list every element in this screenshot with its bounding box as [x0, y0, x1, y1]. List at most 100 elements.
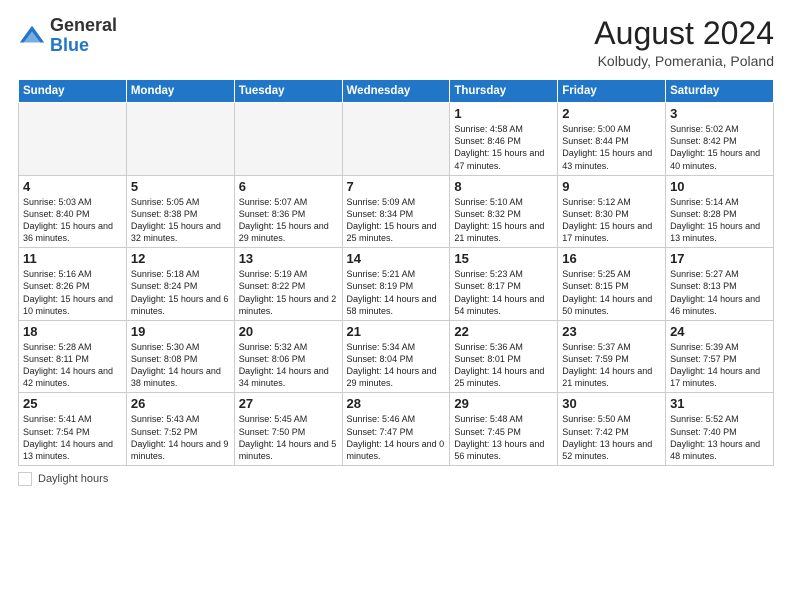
logo: General Blue — [18, 16, 117, 56]
day-number: 22 — [454, 324, 553, 339]
day-number: 9 — [562, 179, 661, 194]
week-row-5: 25 Sunrise: 5:41 AM Sunset: 7:54 PM Dayli… — [19, 393, 774, 466]
cell-2-2: 5 Sunrise: 5:05 AM Sunset: 8:38 PM Daylig… — [126, 175, 234, 248]
cell-content: Sunrise: 5:25 AM Sunset: 8:15 PM Dayligh… — [562, 268, 661, 317]
day-number: 20 — [239, 324, 338, 339]
day-number: 19 — [131, 324, 230, 339]
cell-4-3: 20Sunrise: 5:32 AM Sunset: 8:06 PM Dayli… — [234, 320, 342, 393]
cell-4-5: 22 Sunrise: 5:36 AM Sunset: 8:01 PM Dayli… — [450, 320, 558, 393]
day-number: 23 — [562, 324, 661, 339]
day-number: 18 — [23, 324, 122, 339]
cell-1-7: 3 Sunrise: 5:02 AM Sunset: 8:42 PM Daylig… — [666, 103, 774, 176]
cell-content: Sunrise: 5:05 AM Sunset: 8:38 PM Dayligh… — [131, 196, 230, 245]
cell-1-2 — [126, 103, 234, 176]
day-number: 13 — [239, 251, 338, 266]
day-number: 3 — [670, 106, 769, 121]
footer-box — [18, 472, 32, 486]
cell-content: Sunrise: 5:34 AM Sunset: 8:04 PM Dayligh… — [347, 341, 446, 390]
footer-label: Daylight hours — [38, 473, 108, 485]
day-number: 12 — [131, 251, 230, 266]
day-number: 15 — [454, 251, 553, 266]
week-row-3: 11 Sunrise: 5:16 AM Sunset: 8:26 PM Dayli… — [19, 248, 774, 321]
col-header-thursday: Thursday — [450, 80, 558, 103]
cell-3-7: 17Sunrise: 5:27 AM Sunset: 8:13 PM Dayli… — [666, 248, 774, 321]
col-header-sunday: Sunday — [19, 80, 127, 103]
cell-4-4: 21 Sunrise: 5:34 AM Sunset: 8:04 PM Dayli… — [342, 320, 450, 393]
footer: Daylight hours — [18, 472, 774, 486]
cell-content: Sunrise: 5:10 AM Sunset: 8:32 PM Dayligh… — [454, 196, 553, 245]
day-number: 4 — [23, 179, 122, 194]
day-number: 11 — [23, 251, 122, 266]
cell-3-6: 16 Sunrise: 5:25 AM Sunset: 8:15 PM Dayli… — [558, 248, 666, 321]
cell-5-1: 25 Sunrise: 5:41 AM Sunset: 7:54 PM Dayli… — [19, 393, 127, 466]
cell-5-5: 29 Sunrise: 5:48 AM Sunset: 7:45 PM Dayli… — [450, 393, 558, 466]
month-year: August 2024 — [594, 16, 774, 51]
cell-content: Sunrise: 5:37 AM Sunset: 7:59 PM Dayligh… — [562, 341, 661, 390]
cell-content: Sunrise: 5:12 AM Sunset: 8:30 PM Dayligh… — [562, 196, 661, 245]
col-header-tuesday: Tuesday — [234, 80, 342, 103]
cell-content: Sunrise: 5:52 AM Sunset: 7:40 PM Dayligh… — [670, 413, 769, 462]
cell-5-3: 27Sunrise: 5:45 AM Sunset: 7:50 PM Dayli… — [234, 393, 342, 466]
cell-1-5: 1Sunrise: 4:58 AM Sunset: 8:46 PM Daylig… — [450, 103, 558, 176]
cell-2-6: 9 Sunrise: 5:12 AM Sunset: 8:30 PM Daylig… — [558, 175, 666, 248]
day-number: 29 — [454, 396, 553, 411]
calendar-table: SundayMondayTuesdayWednesdayThursdayFrid… — [18, 79, 774, 466]
cell-content: Sunrise: 5:50 AM Sunset: 7:42 PM Dayligh… — [562, 413, 661, 462]
cell-content: Sunrise: 5:23 AM Sunset: 8:17 PM Dayligh… — [454, 268, 553, 317]
logo-blue-text: Blue — [50, 35, 89, 55]
day-number: 26 — [131, 396, 230, 411]
cell-3-3: 13Sunrise: 5:19 AM Sunset: 8:22 PM Dayli… — [234, 248, 342, 321]
day-number: 28 — [347, 396, 446, 411]
cell-content: Sunrise: 5:45 AM Sunset: 7:50 PM Dayligh… — [239, 413, 338, 462]
cell-content: Sunrise: 5:02 AM Sunset: 8:42 PM Dayligh… — [670, 123, 769, 172]
cell-1-4 — [342, 103, 450, 176]
logo-icon — [18, 22, 46, 50]
col-header-wednesday: Wednesday — [342, 80, 450, 103]
col-header-monday: Monday — [126, 80, 234, 103]
cell-4-2: 19 Sunrise: 5:30 AM Sunset: 8:08 PM Dayli… — [126, 320, 234, 393]
day-number: 25 — [23, 396, 122, 411]
header: General Blue August 2024 Kolbudy, Pomera… — [18, 16, 774, 69]
day-number: 31 — [670, 396, 769, 411]
cell-5-4: 28 Sunrise: 5:46 AM Sunset: 7:47 PM Dayli… — [342, 393, 450, 466]
cell-content: Sunrise: 5:39 AM Sunset: 7:57 PM Dayligh… — [670, 341, 769, 390]
day-number: 5 — [131, 179, 230, 194]
day-number: 2 — [562, 106, 661, 121]
cell-5-6: 30Sunrise: 5:50 AM Sunset: 7:42 PM Dayli… — [558, 393, 666, 466]
cell-content: Sunrise: 5:16 AM Sunset: 8:26 PM Dayligh… — [23, 268, 122, 317]
header-row: SundayMondayTuesdayWednesdayThursdayFrid… — [19, 80, 774, 103]
day-number: 1 — [454, 106, 553, 121]
cell-content: Sunrise: 5:36 AM Sunset: 8:01 PM Dayligh… — [454, 341, 553, 390]
cell-content: Sunrise: 5:18 AM Sunset: 8:24 PM Dayligh… — [131, 268, 230, 317]
day-number: 8 — [454, 179, 553, 194]
cell-content: Sunrise: 5:21 AM Sunset: 8:19 PM Dayligh… — [347, 268, 446, 317]
cell-content: Sunrise: 5:43 AM Sunset: 7:52 PM Dayligh… — [131, 413, 230, 462]
cell-content: Sunrise: 5:48 AM Sunset: 7:45 PM Dayligh… — [454, 413, 553, 462]
day-number: 6 — [239, 179, 338, 194]
day-number: 16 — [562, 251, 661, 266]
cell-1-6: 2 Sunrise: 5:00 AM Sunset: 8:44 PM Daylig… — [558, 103, 666, 176]
cell-1-1 — [19, 103, 127, 176]
cell-2-1: 4Sunrise: 5:03 AM Sunset: 8:40 PM Daylig… — [19, 175, 127, 248]
day-number: 21 — [347, 324, 446, 339]
cell-2-7: 10Sunrise: 5:14 AM Sunset: 8:28 PM Dayli… — [666, 175, 774, 248]
cell-content: Sunrise: 5:27 AM Sunset: 8:13 PM Dayligh… — [670, 268, 769, 317]
cell-2-5: 8 Sunrise: 5:10 AM Sunset: 8:32 PM Daylig… — [450, 175, 558, 248]
cell-content: Sunrise: 5:41 AM Sunset: 7:54 PM Dayligh… — [23, 413, 122, 462]
col-header-saturday: Saturday — [666, 80, 774, 103]
cell-4-1: 18Sunrise: 5:28 AM Sunset: 8:11 PM Dayli… — [19, 320, 127, 393]
day-number: 10 — [670, 179, 769, 194]
cell-2-4: 7Sunrise: 5:09 AM Sunset: 8:34 PM Daylig… — [342, 175, 450, 248]
day-number: 7 — [347, 179, 446, 194]
cell-content: Sunrise: 5:00 AM Sunset: 8:44 PM Dayligh… — [562, 123, 661, 172]
title-area: August 2024 Kolbudy, Pomerania, Poland — [594, 16, 774, 69]
cell-5-7: 31 Sunrise: 5:52 AM Sunset: 7:40 PM Dayli… — [666, 393, 774, 466]
cell-content: Sunrise: 5:30 AM Sunset: 8:08 PM Dayligh… — [131, 341, 230, 390]
cell-content: Sunrise: 5:46 AM Sunset: 7:47 PM Dayligh… — [347, 413, 446, 462]
cell-4-6: 23 Sunrise: 5:37 AM Sunset: 7:59 PM Dayli… — [558, 320, 666, 393]
cell-3-4: 14Sunrise: 5:21 AM Sunset: 8:19 PM Dayli… — [342, 248, 450, 321]
cell-3-1: 11 Sunrise: 5:16 AM Sunset: 8:26 PM Dayli… — [19, 248, 127, 321]
week-row-1: 1Sunrise: 4:58 AM Sunset: 8:46 PM Daylig… — [19, 103, 774, 176]
cell-content: Sunrise: 5:07 AM Sunset: 8:36 PM Dayligh… — [239, 196, 338, 245]
cell-5-2: 26 Sunrise: 5:43 AM Sunset: 7:52 PM Dayli… — [126, 393, 234, 466]
